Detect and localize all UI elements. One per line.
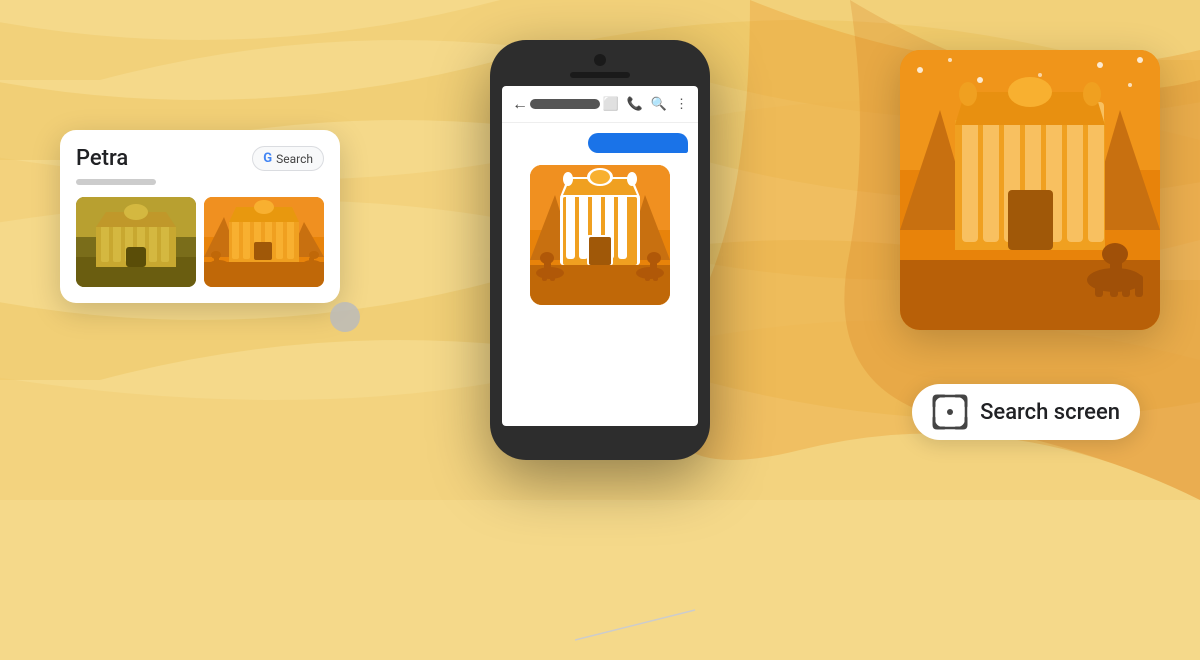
connector-dot bbox=[330, 302, 360, 332]
phone-call-icon[interactable]: 📞 bbox=[627, 97, 643, 112]
phone-camera bbox=[594, 54, 606, 66]
search-thumb-2 bbox=[204, 197, 324, 287]
petra-chat-image bbox=[530, 165, 670, 305]
search-card-header: Petra G Search bbox=[76, 146, 324, 171]
phone-top-bar: ← ⬜ 📞 🔍 ⋮ bbox=[502, 86, 698, 123]
phone: ← ⬜ 📞 🔍 ⋮ bbox=[490, 40, 710, 460]
search-card-title: Petra bbox=[76, 146, 128, 171]
phone-screen: ← ⬜ 📞 🔍 ⋮ bbox=[502, 86, 698, 426]
search-card-images bbox=[76, 197, 324, 287]
sent-message-bubble bbox=[588, 133, 688, 153]
google-search-button[interactable]: G Search bbox=[252, 146, 324, 171]
phone-container: ← ⬜ 📞 🔍 ⋮ bbox=[490, 40, 710, 460]
google-search-card: Petra G Search bbox=[60, 130, 340, 303]
search-button-label: Search bbox=[276, 152, 313, 166]
phone-speaker bbox=[570, 72, 630, 78]
search-screen-label: Search screen bbox=[980, 400, 1120, 425]
google-g-logo: G bbox=[263, 151, 272, 166]
search-thumb-1 bbox=[76, 197, 196, 287]
phone-action-icons: ⬜ 📞 🔍 ⋮ bbox=[602, 97, 688, 112]
search-screen-badge: Search screen bbox=[912, 384, 1140, 440]
phone-chat-area bbox=[502, 123, 698, 426]
contact-name-bar bbox=[530, 99, 600, 109]
video-call-icon[interactable]: ⬜ bbox=[602, 97, 618, 112]
right-petra-image-card bbox=[900, 50, 1160, 330]
more-options-icon[interactable]: ⋮ bbox=[675, 97, 688, 112]
search-card-subtitle-bar bbox=[76, 179, 156, 185]
lens-icon bbox=[932, 394, 968, 430]
back-arrow-icon[interactable]: ← bbox=[512, 94, 528, 114]
search-icon[interactable]: 🔍 bbox=[651, 97, 667, 112]
